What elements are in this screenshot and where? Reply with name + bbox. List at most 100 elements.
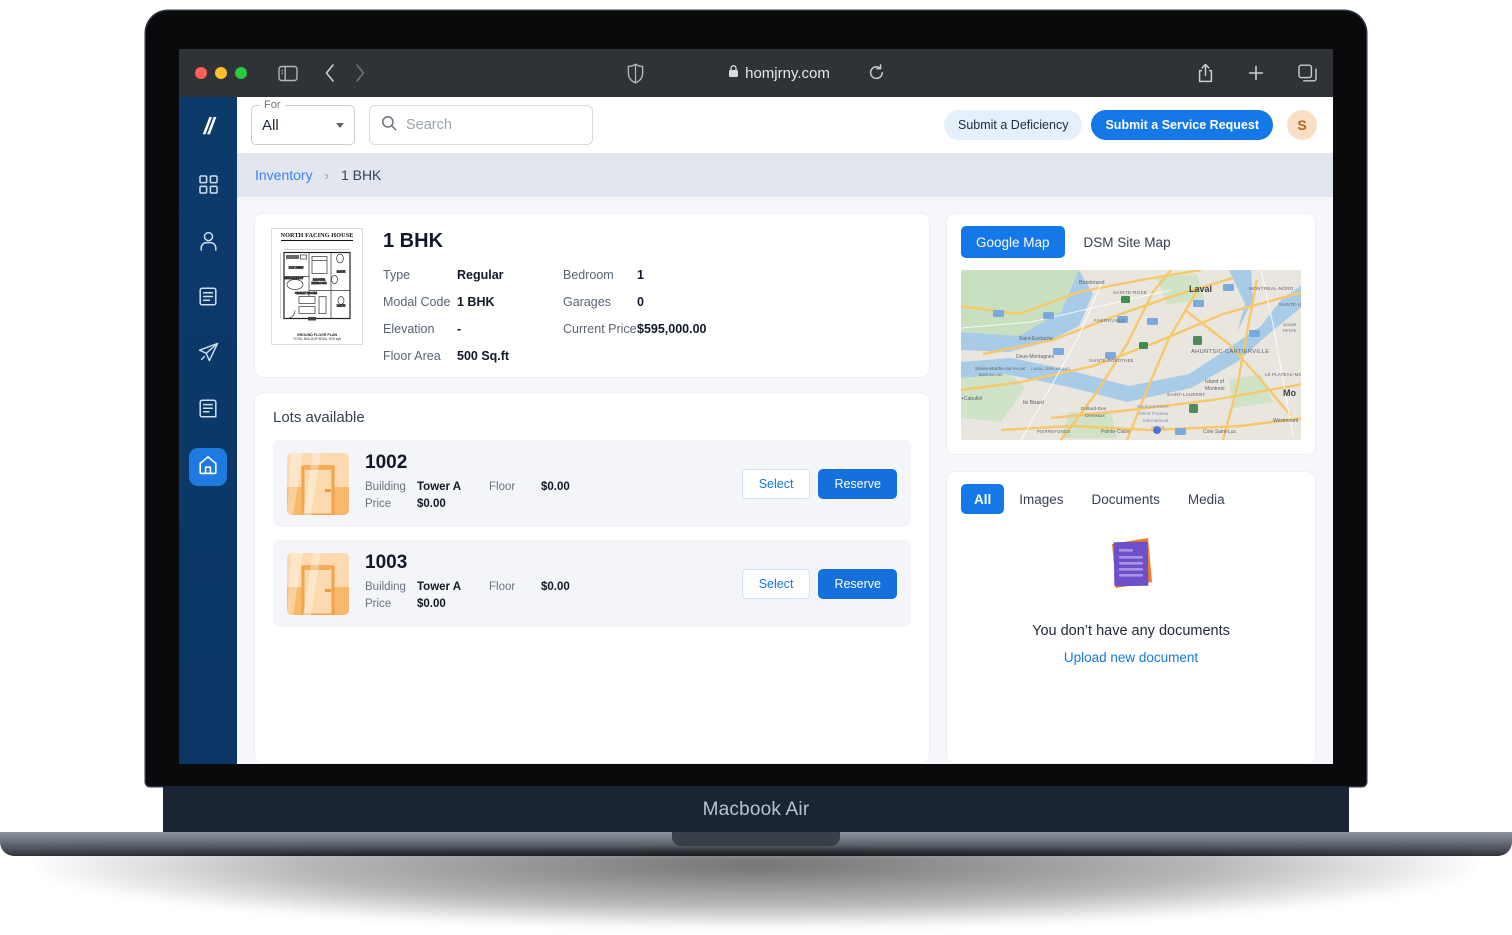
upload-new-document-link[interactable]: Upload new document (1064, 650, 1198, 665)
submit-deficiency-button[interactable]: Submit a Deficiency (944, 110, 1083, 140)
map-image[interactable]: Laval Boisbriand SAINTE-ROSE FABREVILLE … (961, 270, 1301, 440)
window-traffic-lights (195, 67, 247, 79)
breadcrumb: Inventory › 1 BHK (237, 153, 1333, 197)
floorplan-thumbnail[interactable]: NORTH FACING HOUSE KITCHEN BREAKFAST MAS… (271, 228, 363, 345)
svg-text:Sainte-Marthe-sur-le-Lac: Sainte-Marthe-sur-le-Lac (975, 366, 1027, 371)
spec-label: Bedroom (563, 268, 614, 282)
app-logo[interactable]: // (204, 115, 215, 138)
svg-text:Saint-Eustache: Saint-Eustache (1019, 336, 1053, 342)
maximize-window-button[interactable] (235, 67, 247, 79)
address-url-text: homjrny.com (745, 64, 830, 82)
property-specs-right: Bedroom 1 Garages 0 Current Price $595,0… (563, 268, 707, 363)
svg-text:PETITE: PETITE (1283, 329, 1297, 333)
tab-all[interactable]: All (961, 484, 1005, 514)
spec-row: Current Price $595,000.00 (563, 322, 707, 336)
spec-label: Garages (563, 295, 611, 309)
svg-text:BREAKFAST: BREAKFAST (285, 276, 305, 280)
search-input[interactable] (406, 117, 581, 133)
lot-info: 1003 Building Tower A Floor $0.00 Price (365, 552, 726, 615)
close-window-button[interactable] (195, 67, 207, 79)
sidebar-item-documents[interactable] (189, 392, 227, 430)
lot-actions: Select Reserve (741, 568, 897, 599)
left-column: NORTH FACING HOUSE KITCHEN BREAKFAST MAS… (254, 213, 930, 764)
address-bar[interactable]: homjrny.com (728, 64, 830, 83)
tab-dsm-site-map[interactable]: DSM Site Map (1069, 226, 1186, 258)
lot-meta-row: Price $0.00 (365, 598, 726, 610)
tab-images[interactable]: Images (1006, 484, 1076, 514)
sidebar-item-send[interactable] (189, 336, 227, 374)
lot-floor-label: Floor (489, 581, 516, 593)
lot-price-label: Price (365, 598, 392, 610)
spec-row: Modal Code 1 BHK (383, 295, 563, 309)
tab-documents[interactable]: Documents (1079, 484, 1173, 514)
lot-floor-value: $0.00 (541, 581, 570, 593)
main-column: For All Submit (237, 97, 1333, 764)
spec-row: Garages 0 (563, 295, 707, 309)
reserve-button[interactable]: Reserve (818, 568, 897, 599)
select-button[interactable]: Select (741, 568, 811, 599)
for-filter-select[interactable]: For All (251, 99, 355, 145)
svg-text:Elliott Trudeau: Elliott Trudeau (1139, 411, 1169, 416)
tab-media[interactable]: Media (1175, 484, 1238, 514)
svg-text:International: International (1143, 418, 1168, 423)
share-icon[interactable] (1197, 63, 1214, 83)
nav-forward-icon[interactable] (354, 63, 366, 83)
device-label: Macbook Air (702, 799, 810, 820)
documents-empty-state: You don’t have any documents Upload new … (961, 524, 1301, 751)
spec-row: Floor Area 500 Sq.ft (383, 349, 563, 363)
browser-right-actions (1197, 63, 1317, 83)
minimize-window-button[interactable] (215, 67, 227, 79)
app-topbar: For All Submit (237, 97, 1333, 153)
lot-price-value: $0.00 (417, 498, 446, 510)
tab-google-map[interactable]: Google Map (961, 226, 1065, 258)
search-icon (381, 115, 397, 136)
avatar[interactable]: S (1287, 110, 1317, 140)
lot-building-value: Tower A (417, 581, 462, 593)
spec-label: Modal Code (383, 295, 451, 309)
chevron-down-icon (336, 122, 344, 128)
laptop-notch (672, 832, 840, 846)
topbar-actions: Submit a Deficiency Submit a Service Req… (944, 110, 1317, 140)
select-button[interactable]: Select (741, 468, 811, 499)
empty-documents-message: You don’t have any documents (1032, 623, 1230, 639)
lot-info: 1002 Building Tower A Floor $0.00 Price (365, 452, 726, 515)
svg-text:BATH: BATH (337, 270, 346, 274)
svg-text:BOIS DU LAC: BOIS DU LAC (979, 373, 1003, 377)
sidebar-item-contacts[interactable] (189, 224, 227, 262)
reload-icon[interactable] (868, 64, 885, 82)
svg-text:MONTREAL-NORD: MONTREAL-NORD (1249, 286, 1294, 291)
documents-card: All Images Documents Media You don’t hav… (946, 471, 1316, 764)
svg-text:Mo: Mo (1283, 388, 1296, 398)
reserve-button[interactable]: Reserve (818, 468, 897, 499)
breadcrumb-item-inventory[interactable]: Inventory (255, 167, 313, 183)
list-icon (199, 287, 217, 311)
sidebar-item-dashboard[interactable] (189, 168, 227, 206)
spec-label: Type (383, 268, 411, 282)
shield-icon[interactable] (627, 62, 644, 84)
table-row[interactable]: 1002 Building Tower A Floor $0.00 Price (273, 440, 911, 527)
search-box[interactable] (369, 105, 593, 145)
submit-service-request-button[interactable]: Submit a Service Request (1091, 110, 1273, 140)
spec-value: 0 (637, 295, 644, 309)
svg-text:Boisbriand: Boisbriand (1079, 280, 1104, 286)
empty-documents-icon (1098, 530, 1164, 601)
lot-number: 1003 (365, 552, 408, 573)
table-row[interactable]: 1003 Building Tower A Floor $0.00 Price (273, 540, 911, 627)
tabs-icon[interactable] (1298, 64, 1317, 82)
sidebar-item-home[interactable] (189, 448, 227, 486)
spec-row: Elevation - (383, 322, 563, 336)
grid-icon (198, 175, 218, 199)
svg-text:Montreal: Montreal (1205, 386, 1224, 392)
plus-icon[interactable] (1247, 64, 1265, 82)
svg-text:FABREVILLE: FABREVILLE (1094, 318, 1126, 323)
sidebar-toggle-icon[interactable] (278, 65, 298, 82)
svg-text:GREAT ROOM: GREAT ROOM (295, 291, 317, 295)
svg-text:AZOUR: AZOUR (1283, 323, 1297, 327)
spec-value: $595,000.00 (637, 322, 707, 336)
sidebar-item-list[interactable] (189, 280, 227, 318)
nav-back-icon[interactable] (324, 63, 336, 83)
property-summary-card: NORTH FACING HOUSE KITCHEN BREAKFAST MAS… (254, 213, 930, 378)
spec-value: Regular (457, 268, 504, 282)
lot-floor-label: Floor (489, 481, 516, 493)
lot-building-value: Tower A (417, 481, 462, 493)
